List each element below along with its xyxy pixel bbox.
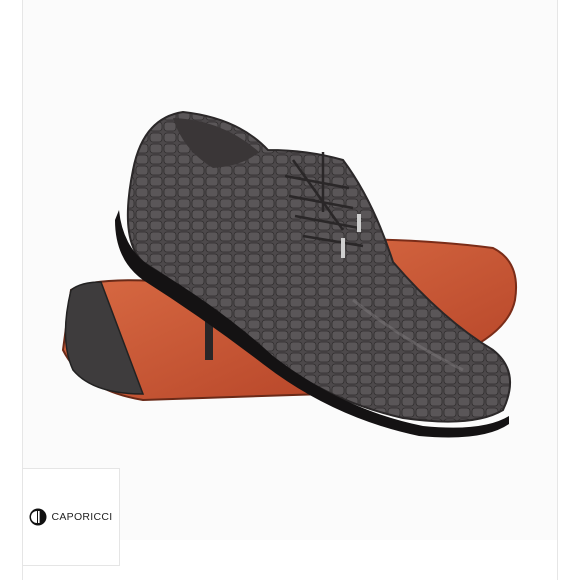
listing-frame: CAPORICCI <box>0 0 580 580</box>
product-photo[interactable] <box>23 0 557 540</box>
right-border <box>557 0 558 580</box>
caporicci-logo-icon <box>29 508 47 526</box>
shoes-illustration <box>61 110 517 438</box>
brand-logo-box: CAPORICCI <box>22 468 120 566</box>
lace-tip <box>341 238 345 258</box>
lace-tip-2 <box>357 214 361 232</box>
brand-name: CAPORICCI <box>51 511 113 523</box>
